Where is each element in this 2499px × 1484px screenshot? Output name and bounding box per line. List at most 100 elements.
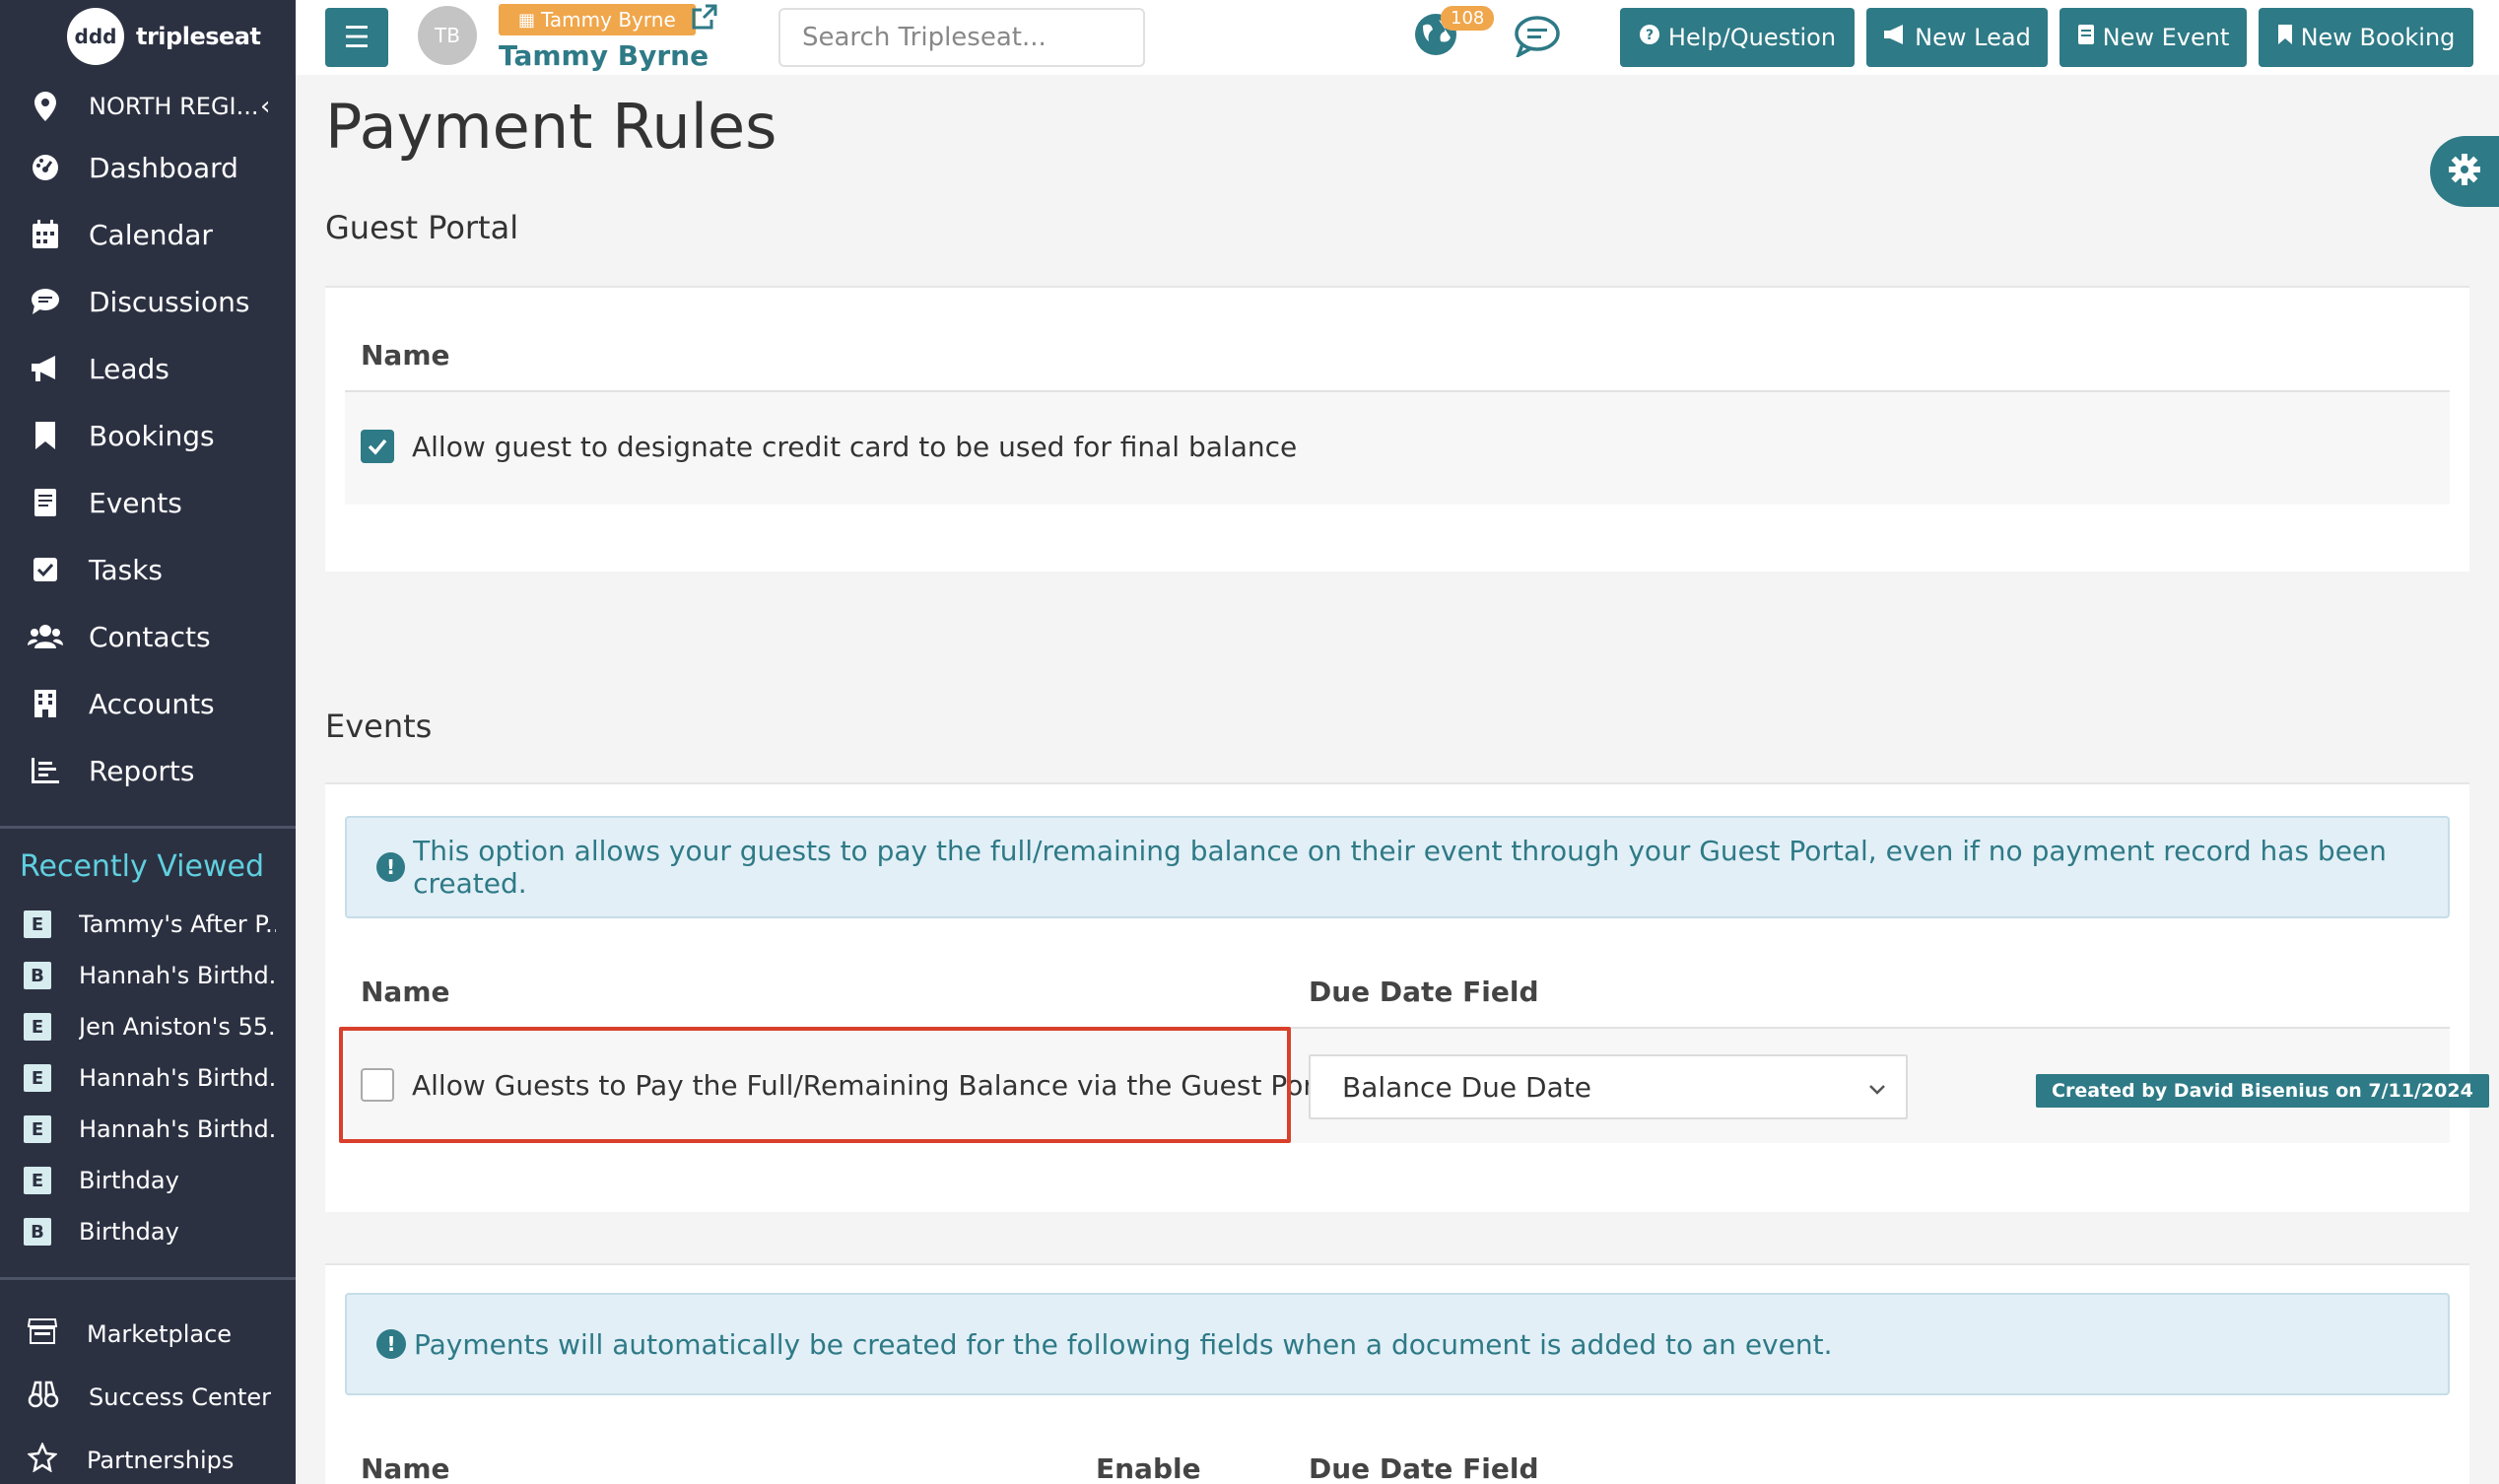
avatar[interactable]: TB (418, 6, 477, 65)
recent-item[interactable]: E Hannah's Birthd... (0, 1052, 296, 1104)
search-input[interactable] (778, 8, 1145, 67)
sidebar-item-discussions[interactable]: Discussions (0, 268, 296, 335)
recent-item[interactable]: E Jen Aniston's 55... (0, 1001, 296, 1052)
chevron-down-icon (1866, 1074, 1888, 1107)
documents-info-alert: ! Payments will automatically be created… (345, 1293, 2450, 1395)
due-date-field-select[interactable]: Balance Due Date (1309, 1054, 1908, 1119)
user-tag[interactable]: ▦ Tammy Byrne (499, 4, 696, 35)
new-event-label: New Event (2102, 24, 2230, 51)
reports-icon (28, 757, 63, 784)
sidebar-item-label: Calendar (89, 218, 213, 251)
logo-text: tripleseat (136, 23, 261, 50)
sidebar-divider (0, 826, 296, 829)
user-name-link[interactable]: Tammy Byrne (499, 39, 709, 72)
sidebar-item-partnerships[interactable]: Partnerships (0, 1429, 296, 1484)
sidebar-item-label: Marketplace (87, 1320, 233, 1348)
recent-item-label: Birthday (79, 1218, 179, 1246)
sidebar-item-leads[interactable]: Leads (0, 335, 296, 402)
sidebar-item-bookings[interactable]: Bookings (0, 402, 296, 469)
sidebar-item-marketplace[interactable]: Marketplace (0, 1303, 296, 1366)
column-header-enable: Enable (1096, 1452, 1201, 1484)
sidebar-item-dashboard[interactable]: Dashboard (0, 134, 296, 201)
svg-text:?: ? (1646, 28, 1654, 43)
sidebar-item-contacts[interactable]: Contacts (0, 603, 296, 670)
calendar-icon (28, 220, 63, 249)
column-header-due-date-field: Due Date Field (1309, 976, 1539, 1008)
sidebar-divider (0, 1277, 296, 1280)
logo-mark: ddd (67, 8, 124, 65)
events-info-alert: ! This option allows your guests to pay … (345, 816, 2450, 918)
recent-item[interactable]: E Tammy's After P... (0, 899, 296, 950)
bookmark-icon (28, 421, 63, 450)
region-selector[interactable]: NORTH REGI... ‹ (28, 85, 284, 128)
sidebar-item-success-center[interactable]: Success Center (0, 1366, 296, 1429)
sidebar-item-label: Leads (89, 352, 169, 385)
guest-portal-section-title: Guest Portal (325, 209, 519, 246)
recent-item-label: Hannah's Birthd... (79, 1115, 276, 1143)
sidebar-item-label: Bookings (89, 419, 215, 452)
sidebar-bottom-nav: Marketplace Success Center Partnerships (0, 1303, 296, 1484)
sidebar-item-events[interactable]: Events (0, 469, 296, 536)
recent-item[interactable]: E Birthday (0, 1155, 296, 1206)
logo[interactable]: ddd tripleseat (67, 8, 261, 65)
sidebar-item-label: Reports (89, 754, 195, 787)
recent-item-label: Hannah's Birthd... (79, 1064, 276, 1092)
help-question-button[interactable]: ? Help/Question (1620, 8, 1855, 67)
new-booking-button[interactable]: New Booking (2259, 8, 2473, 67)
chevron-left-icon[interactable]: ‹ (260, 92, 284, 121)
menu-button[interactable]: ☰ (325, 8, 388, 67)
sidebar-item-label: Tasks (89, 553, 164, 586)
tasks-icon (28, 557, 63, 582)
info-circle-icon: ! (376, 852, 406, 882)
store-icon (27, 1317, 58, 1351)
recent-item-label: Tammy's After P... (79, 911, 276, 938)
documents-info-text: Payments will automatically be created f… (414, 1327, 1833, 1361)
booking-badge: B (24, 962, 51, 989)
bookmark-icon (2277, 24, 2293, 51)
building-icon: ▦ (518, 9, 536, 31)
recent-item-label: Hannah's Birthd... (79, 962, 276, 989)
external-link-icon[interactable] (692, 4, 717, 34)
recent-item-label: Birthday (79, 1167, 179, 1194)
gear-icon (2447, 152, 2482, 191)
new-lead-button[interactable]: New Lead (1866, 8, 2048, 67)
recent-item[interactable]: B Birthday (0, 1206, 296, 1257)
discussions-icon (28, 288, 63, 315)
column-header-name: Name (361, 339, 450, 371)
created-by-badge: Created by David Bisenius on 7/11/2024 (2036, 1074, 2489, 1108)
events-icon (2077, 24, 2095, 51)
sidebar-item-label: Success Center (89, 1383, 272, 1411)
event-badge: E (24, 911, 51, 938)
help-question-label: Help/Question (1667, 24, 1837, 51)
event-badge: E (24, 1013, 51, 1041)
sidebar-item-calendar[interactable]: Calendar (0, 201, 296, 268)
credit-card-final-balance-checkbox[interactable] (361, 430, 394, 463)
question-circle-icon: ? (1639, 24, 1660, 51)
new-event-button[interactable]: New Event (2060, 8, 2247, 67)
chat-icon[interactable] (1514, 14, 1561, 61)
new-booking-label: New Booking (2300, 24, 2456, 51)
sidebar-item-label: Accounts (89, 687, 215, 720)
user-tag-label: Tammy Byrne (541, 8, 676, 32)
events-info-text: This option allows your guests to pay th… (413, 835, 2387, 900)
star-icon (27, 1441, 58, 1478)
recent-item[interactable]: E Hannah's Birthd... (0, 1104, 296, 1155)
notification-count-badge: 108 (1441, 6, 1495, 31)
sidebar-item-reports[interactable]: Reports (0, 737, 296, 804)
contacts-icon (28, 624, 63, 649)
booking-badge: B (24, 1218, 51, 1246)
settings-tab[interactable] (2430, 136, 2499, 207)
event-badge: E (24, 1064, 51, 1092)
events-icon (28, 488, 63, 517)
recent-item[interactable]: B Hannah's Birthd... (0, 950, 296, 1001)
sidebar-nav: Dashboard Calendar Discussions Leads Boo… (0, 134, 296, 804)
column-header-name: Name (361, 976, 450, 1008)
sidebar-item-label: Dashboard (89, 151, 238, 184)
sidebar-item-accounts[interactable]: Accounts (0, 670, 296, 737)
sidebar: ddd tripleseat NORTH REGI... ‹ Dashboard… (0, 0, 296, 1484)
building-icon (28, 689, 63, 718)
page-title: Payment Rules (325, 91, 777, 163)
sidebar-item-tasks[interactable]: Tasks (0, 536, 296, 603)
dashboard-icon (28, 153, 63, 182)
sidebar-item-label: Events (89, 486, 182, 519)
